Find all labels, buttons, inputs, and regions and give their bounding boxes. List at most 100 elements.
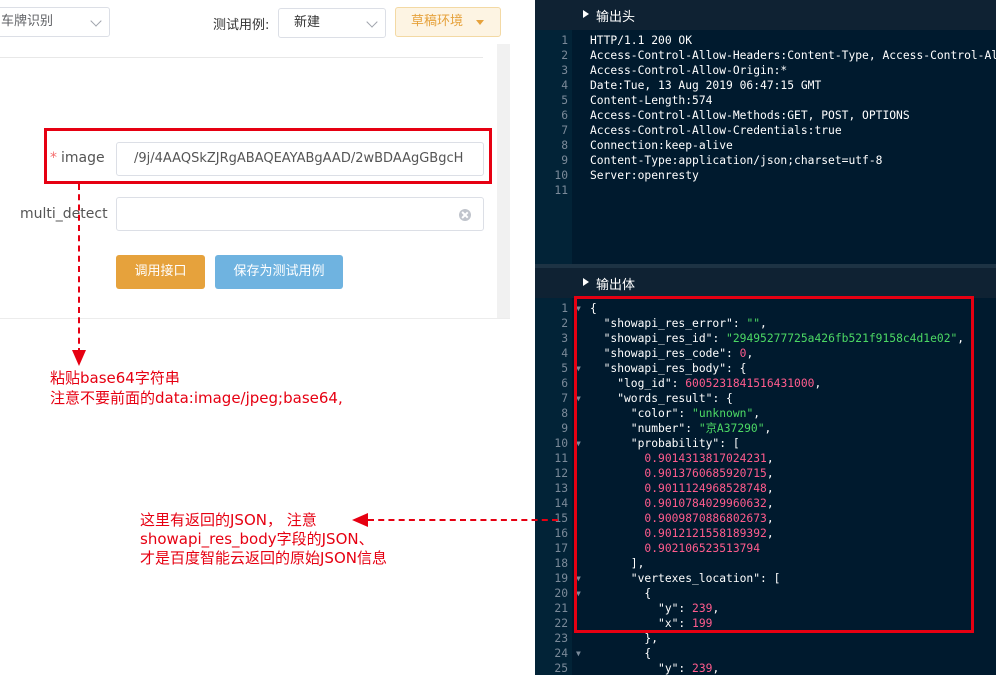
caret-down-icon [476, 20, 484, 25]
save-test-case-button[interactable]: 保存为测试用例 [215, 255, 343, 289]
line-number: 19 [554, 572, 568, 585]
code-token: 239 [692, 662, 713, 675]
line-number: 9 [561, 154, 568, 167]
output-header-code: 1 HTTP/1.1 200 OK 2 Access-Control-Allow-He… [535, 30, 996, 264]
line-number: 22 [554, 617, 568, 630]
code-line: 6 Access-Control-Allow-Methods:GET, POST,… [535, 108, 996, 123]
code-line: 25 "y": 239, [535, 661, 996, 675]
line-number: 7 [561, 124, 568, 137]
line-number: 16 [554, 527, 568, 540]
line-number: 4 [561, 347, 568, 360]
code-text: }, [590, 631, 658, 646]
line-number: 25 [554, 662, 568, 675]
code-line: 2 Access-Control-Allow-Headers:Content-Ty… [535, 48, 996, 63]
clear-icon[interactable] [459, 209, 471, 221]
code-line: 9 Content-Type:application/json;charset=u… [535, 153, 996, 168]
annotation-line: 这里有返回的JSON， 注意 [140, 511, 317, 529]
line-number: 1 [561, 34, 568, 47]
line-number: 2 [561, 49, 568, 62]
api-select-value: 车牌识别 [1, 14, 54, 29]
annotation-json-note: 这里有返回的JSON， 注意 showapi_res_body字段的JSON、 … [140, 511, 387, 568]
line-number: 10 [554, 437, 568, 450]
code-text: Content-Length:574 [590, 94, 713, 107]
annotation-arrow-line [78, 184, 80, 354]
toolbar: 车牌识别 测试用例: 新建 草稿环境 [0, 0, 510, 44]
collapse-arrow-icon [583, 10, 589, 18]
divider [0, 57, 483, 58]
code-line: 11 [535, 183, 996, 198]
line-number: 18 [554, 557, 568, 570]
annotation-line: 粘贴base64字符串 [50, 369, 180, 387]
code-text: Content-Type:application/json;charset=ut… [590, 154, 883, 167]
code-line: 24 ▼ { [535, 646, 996, 661]
line-number: 11 [554, 184, 568, 197]
code-line: 3 Access-Control-Allow-Origin:* [535, 63, 996, 78]
code-token: "y" [590, 662, 679, 675]
code-line: 4 Date:Tue, 13 Aug 2019 06:47:15 GMT [535, 78, 996, 93]
test-case-label: 测试用例: [213, 18, 270, 33]
line-number: 21 [554, 602, 568, 615]
line-number: 4 [561, 79, 568, 92]
line-number: 24 [554, 647, 568, 660]
call-api-button[interactable]: 调用接口 [116, 255, 205, 289]
code-text: Access-Control-Allow-Methods:GET, POST, … [590, 109, 910, 122]
test-case-select[interactable]: 新建 [278, 8, 386, 38]
line-number: 8 [561, 407, 568, 420]
request-panel: 车牌识别 测试用例: 新建 草稿环境 * image /9j/4AAQSkZJRg… [0, 0, 535, 675]
line-number: 9 [561, 422, 568, 435]
line-number: 2 [561, 317, 568, 330]
code-line: 23 }, [535, 631, 996, 646]
code-text: Access-Control-Allow-Headers:Content-Typ… [590, 49, 996, 62]
collapse-arrow-icon [583, 278, 589, 286]
line-number: 11 [554, 452, 568, 465]
output-body-title-bar[interactable]: 输出体 [535, 268, 996, 298]
annotation-paste-note: 粘贴base64字符串 注意不要前面的data:image/jpeg;base6… [50, 368, 343, 408]
code-line: 7 Access-Control-Allow-Credentials:true [535, 123, 996, 138]
code-text: "y": 239, [590, 661, 719, 675]
output-header-title: 输出头 [596, 10, 636, 25]
code-token: { [590, 647, 652, 660]
code-token: : [678, 662, 693, 675]
annotation-line: 才是百度智能云返回的原始JSON信息 [140, 549, 387, 567]
code-line: 5 Content-Length:574 [535, 93, 996, 108]
line-number: 17 [554, 542, 568, 555]
line-number: 8 [561, 139, 568, 152]
code-text: HTTP/1.1 200 OK [590, 34, 693, 47]
environment-button[interactable]: 草稿环境 [395, 7, 501, 37]
multi-detect-label: multi_detect [20, 206, 108, 222]
divider [0, 318, 510, 319]
line-number: 23 [554, 632, 568, 645]
line-number: 10 [554, 169, 568, 182]
test-case-select-value: 新建 [294, 15, 321, 30]
line-number: 14 [554, 497, 568, 510]
code-text: Date:Tue, 13 Aug 2019 06:47:15 GMT [590, 79, 822, 92]
environment-button-label: 草稿环境 [411, 14, 464, 29]
output-body-title: 输出体 [596, 278, 636, 293]
line-number: 7 [561, 392, 568, 405]
code-line: 1 HTTP/1.1 200 OK [535, 33, 996, 48]
code-text: Access-Control-Allow-Origin:* [590, 64, 788, 77]
line-number: 20 [554, 587, 568, 600]
annotation-box-json [574, 296, 974, 633]
line-number: 5 [561, 362, 568, 375]
code-text: { [590, 646, 651, 661]
code-text: Access-Control-Allow-Credentials:true [590, 124, 842, 137]
code-text: Server:openresty [590, 169, 699, 182]
api-select[interactable]: 车牌识别 [0, 7, 110, 37]
scrollbar[interactable] [497, 44, 510, 318]
annotation-arrowhead [72, 350, 86, 366]
output-header-title-bar[interactable]: 输出头 [535, 0, 996, 30]
code-line: 10 Server:openresty [535, 168, 996, 183]
line-number: 3 [561, 64, 568, 77]
chevron-down-icon [90, 15, 102, 27]
line-number: 12 [554, 467, 568, 480]
code-text: Connection:keep-alive [590, 139, 733, 152]
annotation-line: showapi_res_body字段的JSON、 [140, 530, 374, 548]
code-token: }, [590, 632, 659, 645]
annotation-box-image [44, 128, 492, 184]
annotation-arrowhead [352, 513, 368, 527]
fold-arrow-icon[interactable]: ▼ [576, 646, 581, 661]
line-number: 3 [561, 332, 568, 345]
multi-detect-input[interactable] [116, 197, 484, 231]
code-line: 8 Connection:keep-alive [535, 138, 996, 153]
